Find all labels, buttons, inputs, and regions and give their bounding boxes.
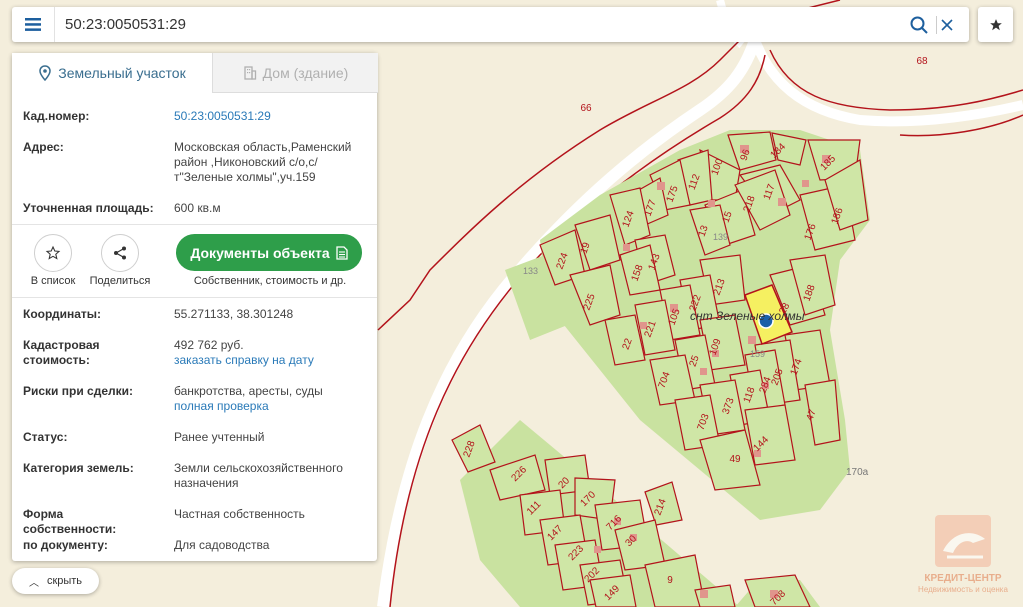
status-value: Ранее учтенный (174, 430, 265, 444)
risks-value: банкротства, аресты, суды (174, 384, 323, 398)
divider (12, 297, 377, 298)
parcel-number-label: 49 (729, 454, 741, 465)
risks-label: Риски при сделки: (23, 384, 134, 398)
hide-panel-button[interactable]: ︿ скрыть (12, 568, 99, 594)
cadastral-cost-label-line-2: стоимость: (23, 353, 90, 367)
village-label: снт Зеленые холмы (690, 309, 805, 323)
parcel-number-label: 9 (667, 575, 673, 586)
by-document-value: Для садоводства (174, 538, 270, 552)
menu-button[interactable] (12, 7, 55, 42)
address-label: Адрес: (23, 140, 64, 154)
parcel-number-label: 66 (580, 103, 592, 114)
address-value: Московская область,Раменский район ,Нико… (174, 140, 364, 185)
area-value: 600 кв.м (174, 201, 221, 215)
document-icon (335, 245, 348, 260)
tab-house-label: Дом (здание) (262, 64, 349, 81)
chevron-up-icon: ︿ (28, 577, 39, 589)
cad-number-label: Кад.номер: (23, 109, 90, 123)
cadastral-cost-value-block: 492 762 руб. заказать справку на дату (174, 338, 364, 368)
object-documents-button[interactable]: Документы объекта (176, 234, 362, 271)
map-label-170a: 170а (846, 467, 869, 478)
cad-number-value[interactable]: 50:23:0050531:29 (174, 109, 364, 124)
star-outline-icon (45, 245, 61, 260)
area-label: Уточненная площадь: (23, 201, 154, 215)
map-pin-icon (39, 64, 52, 81)
info-panel: Земельный участок Дом (здание) Кад.номер… (12, 53, 378, 561)
watermark-title: КРЕДИТ-ЦЕНТР (924, 573, 1002, 584)
search-button[interactable] (909, 15, 929, 35)
address-line-1: Московская область,Раменский (174, 140, 352, 154)
address-line-3: т"Зеленые холмы",уч.159 (174, 170, 316, 184)
tab-land-plot[interactable]: Земельный участок (12, 53, 212, 92)
hide-panel-label: скрыть (46, 575, 83, 587)
map-label-133: 133 (523, 266, 538, 276)
ownership-value: Частная собственность (174, 507, 305, 521)
search-input[interactable]: 50:23:0050531:29 (65, 7, 186, 42)
map-label-139: 139 (713, 232, 728, 242)
cadastral-cost-label-line-1: Кадастровая (23, 338, 100, 352)
tab-house[interactable]: Дом (здание) (212, 53, 378, 93)
hamburger-icon (25, 18, 41, 31)
tab-land-plot-label: Земельный участок (58, 64, 186, 81)
coords-value: 55.271133, 38.301248 (174, 307, 294, 321)
cadastral-cost-value: 492 762 руб. (174, 338, 244, 352)
land-category-value-line-2: назначения (174, 476, 239, 490)
parcel-number-label: 68 (916, 56, 928, 67)
object-documents-label: Документы объекта (190, 244, 330, 261)
cadastral-cost-label: Кадастровая стоимость: (23, 338, 158, 368)
building-icon (244, 65, 256, 80)
kredit-center-logo-icon (935, 515, 991, 567)
watermark-logo: КРЕДИТ-ЦЕНТР Недвижимость и оценка (913, 511, 1013, 601)
search-bar: 50:23:0050531:29 (12, 7, 969, 42)
by-document-label: по документу: (23, 538, 108, 552)
star-icon (989, 18, 1002, 30)
land-category-label: Категория земель: (23, 461, 134, 475)
ownership-label: Форма собственности: (23, 507, 117, 536)
status-label: Статус: (23, 430, 68, 444)
add-to-list-button[interactable] (34, 234, 72, 272)
land-category-value-line-1: Земли сельскохозяйственного (174, 461, 343, 475)
share-label: Поделиться (89, 275, 151, 287)
map-label-159: 159 (750, 349, 765, 359)
order-certificate-link[interactable]: заказать справку на дату (174, 353, 364, 368)
full-check-link[interactable]: полная проверка (174, 399, 364, 414)
coords-label: Координаты: (23, 307, 102, 321)
close-icon (941, 19, 953, 31)
clear-search-button[interactable] (937, 15, 957, 35)
share-button[interactable] (101, 234, 139, 272)
risks-value-block: банкротства, аресты, суды полная проверк… (174, 384, 364, 414)
favorites-button[interactable] (978, 7, 1013, 42)
watermark-subtitle: Недвижимость и оценка (918, 585, 1008, 594)
address-line-2: район ,Никоновский с/о,с/ (174, 155, 318, 169)
share-icon (114, 246, 126, 260)
search-icon (910, 16, 928, 34)
panel-tabs: Земельный участок Дом (здание) (12, 53, 378, 93)
land-category-value: Земли сельскохозяйственного назначения (174, 461, 364, 491)
object-documents-subtitle: Собственник, стоимость и др. (193, 275, 347, 287)
divider (12, 224, 377, 225)
